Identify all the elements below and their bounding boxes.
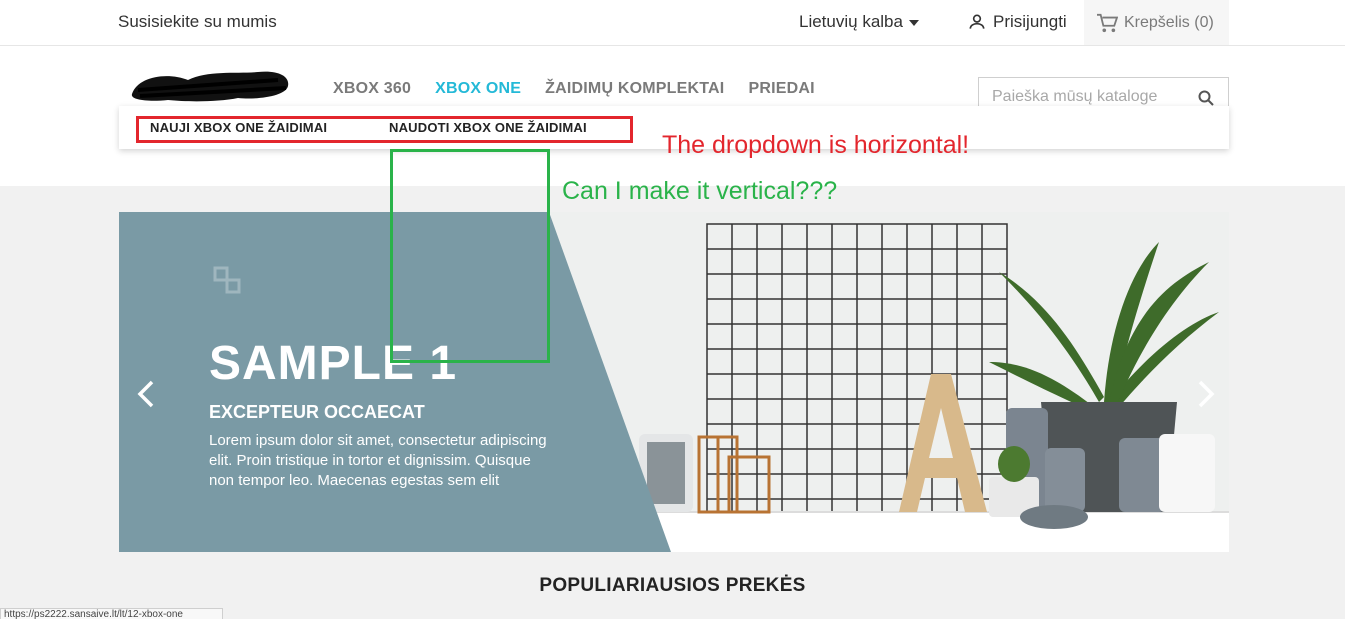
status-bar-url: https://ps2222.sansaive.lt/lt/12-xbox-on… xyxy=(0,608,223,619)
slide-subtitle: EXCEPTEUR OCCAECAT xyxy=(209,402,425,422)
user-icon xyxy=(969,14,985,29)
language-label: Lietuvių kalba xyxy=(799,12,903,31)
language-selector[interactable]: Lietuvių kalba xyxy=(799,12,919,32)
nav-item-accessories[interactable]: PRIEDAI xyxy=(748,80,814,98)
nav-item-game-bundles[interactable]: ŽAIDIMŲ KOMPLEKTAI xyxy=(545,80,724,98)
green-highlight-box xyxy=(390,149,550,363)
red-highlight-box xyxy=(136,116,633,143)
chevron-right-icon[interactable] xyxy=(1197,380,1215,408)
red-annotation: The dropdown is horizontal! xyxy=(662,131,970,159)
top-bar: Susisiekite su mumis Lietuvių kalba Pris… xyxy=(0,0,1345,46)
logo[interactable] xyxy=(128,66,293,104)
green-annotation: Can I make it vertical??? xyxy=(562,177,838,205)
main-nav: XBOX 360 XBOX ONE ŽAIDIMŲ KOMPLEKTAI PRI… xyxy=(333,80,839,98)
slide-description: Lorem ipsum dolor sit amet, consectetur … xyxy=(209,432,547,489)
cart-icon xyxy=(1097,13,1118,32)
cart-label: Krepšelis (0) xyxy=(1124,13,1214,31)
hero-slider: SAMPLE 1 EXCEPTEUR OCCAECAT Lorem ipsum … xyxy=(119,212,1229,552)
search-input[interactable] xyxy=(990,87,1194,107)
search-icon[interactable] xyxy=(1198,90,1214,106)
contact-link[interactable]: Susisiekite su mumis xyxy=(118,12,277,32)
cart-button[interactable]: Krepšelis (0) xyxy=(1084,0,1229,45)
chevron-left-icon[interactable] xyxy=(137,380,155,408)
section-title: POPULIARIAUSIOS PREKĖS xyxy=(539,575,806,596)
nav-item-xbox360[interactable]: XBOX 360 xyxy=(333,80,411,98)
caret-down-icon xyxy=(908,19,919,26)
login-label: Prisijungti xyxy=(993,12,1067,31)
login-link[interactable]: Prisijungti xyxy=(967,12,1067,32)
nav-item-xboxone[interactable]: XBOX ONE xyxy=(435,80,521,98)
